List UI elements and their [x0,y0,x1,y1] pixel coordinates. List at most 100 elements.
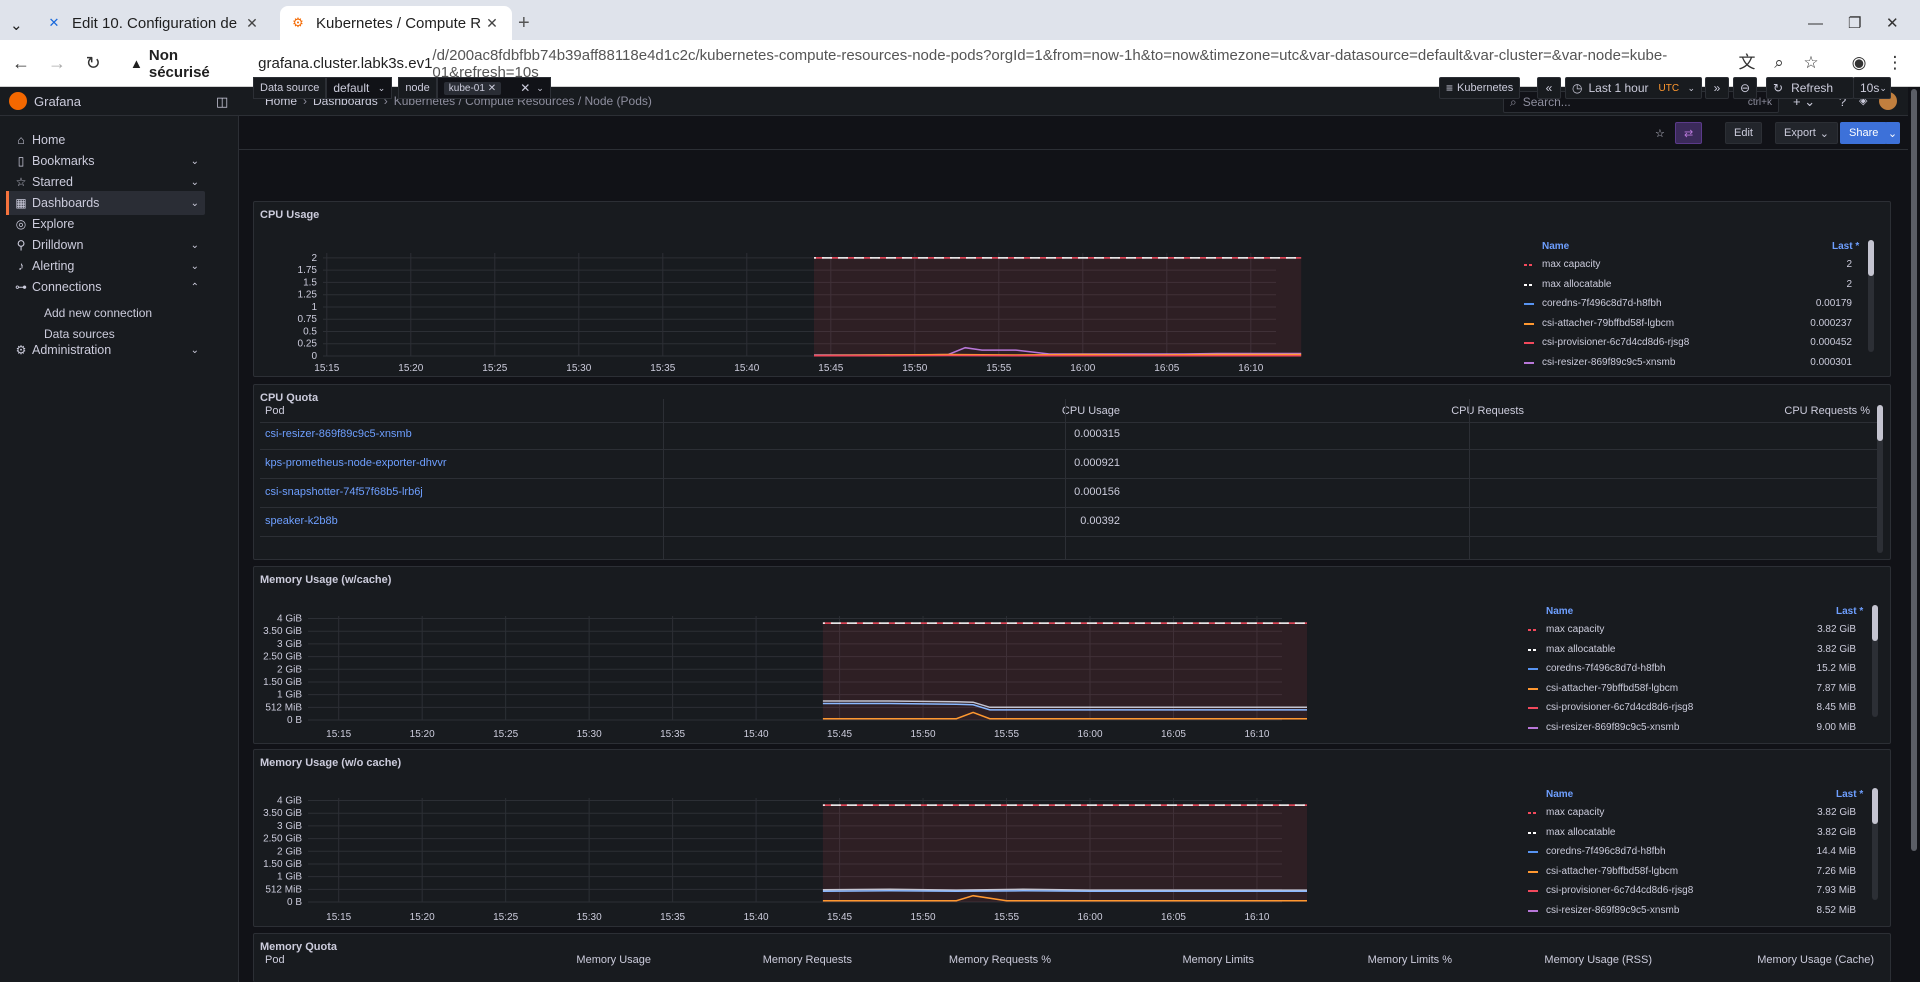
chevron-down-icon[interactable]: ⌄ [191,177,199,188]
sidebar-item-connections[interactable]: ⊶ Connections ⌃ [6,275,205,299]
close-tab-icon[interactable]: ✕ [482,15,502,32]
legend-item[interactable]: csi-attacher-79bffbd58f-lgbcm 0.000237 [1518,315,1858,333]
legend-item[interactable]: max allocatable 3.82 GiB [1522,641,1862,659]
column-header[interactable]: Memory Usage [576,954,651,966]
legend-scrollbar[interactable] [1872,788,1878,900]
memory-usage-no-cache-chart[interactable]: 0 B 512 MiB1 GiB 1.50 GiB 2 GiB2.50 GiB 3 Gi… [254,750,1514,928]
legend-header-name[interactable]: Name [1546,606,1573,617]
legend-item[interactable]: max capacity 3.82 GiB [1522,804,1862,822]
reload-icon[interactable]: ↻ [80,50,106,76]
node-chip[interactable]: kube-01 ✕ [443,81,502,95]
legend-item[interactable]: max allocatable 2 [1518,276,1858,294]
column-header[interactable]: Memory Usage (Cache) [1757,954,1874,966]
edit-button[interactable]: Edit [1725,122,1762,144]
column-header[interactable]: Memory Limits % [1368,954,1452,966]
legend-item[interactable]: coredns-7f496c8d7d-h8fbh 14.4 MiB [1522,843,1862,861]
chevron-up-icon[interactable]: ⌃ [191,282,199,293]
tab-search-dropdown-icon[interactable]: ⌄ [10,8,34,42]
legend-header-last[interactable]: Last * [1832,241,1859,252]
column-header-cpu-usage[interactable]: CPU Usage [1062,405,1120,417]
back-arrow-icon[interactable]: ← [8,50,34,76]
legend-header-name[interactable]: Name [1542,241,1569,252]
column-header[interactable]: Memory Limits [1182,954,1254,966]
datasource-select[interactable]: default ⌄ [326,77,393,99]
address-bar[interactable]: ▲ Non sécurisé grafana.cluster.labk3s.ev… [120,46,1760,81]
clear-icon[interactable]: ✕ [520,81,530,95]
chevron-down-icon[interactable]: ⌄ [191,261,199,272]
share-button[interactable]: Share [1840,122,1888,144]
legend-item[interactable]: max capacity 3.82 GiB [1522,621,1862,639]
sidebar-item-administration[interactable]: ⚙ Administration ⌄ [6,338,205,362]
chevron-down-icon[interactable]: ⌄ [191,240,199,251]
export-button[interactable]: Export ⌄ [1775,122,1839,144]
scrollbar-thumb[interactable] [1872,605,1878,641]
column-header[interactable]: Memory Usage (RSS) [1544,954,1652,966]
scrollbar-thumb[interactable] [1868,240,1874,276]
sidebar-subitem-add-new-connection[interactable]: Add new connection [44,306,152,320]
chevron-down-icon[interactable]: ⌄ [536,83,544,94]
legend-scrollbar[interactable] [1872,605,1878,717]
column-header-cpu-requests-pct[interactable]: CPU Requests % [1784,405,1870,417]
browser-tab-grafana[interactable]: ⚙ Kubernetes / Compute R ✕ [280,6,512,40]
chevron-down-icon[interactable]: ⌄ [191,156,199,167]
time-forward-icon[interactable]: » [1705,77,1729,99]
node-select[interactable]: kube-01 ✕ ✕ ⌄ [436,77,551,99]
legend-item[interactable]: coredns-7f496c8d7d-h8fbh 0.00179 [1518,295,1858,313]
refresh-button[interactable]: ↻ Refresh [1766,77,1854,99]
legend-header-name[interactable]: Name [1546,789,1573,800]
legend-item[interactable]: csi-provisioner-6c7d4cd8d6-rjsg8 8.45 MiB [1522,699,1862,717]
security-label[interactable]: Non sécurisé [149,47,242,81]
legend-item[interactable]: max allocatable 3.82 GiB [1522,824,1862,842]
legend-item[interactable]: csi-attacher-79bffbd58f-lgbcm 7.26 MiB [1522,863,1862,881]
column-header-pod[interactable]: Pod [265,405,285,417]
browser-menu-icon[interactable]: ⋮ [1884,52,1906,74]
close-tab-icon[interactable]: ✕ [242,15,262,32]
table-cell-pod-link[interactable]: csi-resizer-869f89c9c5-xnsmb [265,428,412,440]
grafana-logo-icon[interactable] [9,92,27,110]
chevron-down-icon[interactable]: ⌄ [191,345,199,356]
scrollbar-thumb[interactable] [1877,405,1883,441]
forward-arrow-icon[interactable]: → [44,50,70,76]
browser-tab-confluence[interactable]: ✕ Edit 10. Configuration de ✕ [36,6,272,40]
memory-usage-cache-chart[interactable]: 0 B 512 MiB1 GiB 1.50 GiB 2 GiB2.50 GiB 3 Gi… [254,567,1514,745]
table-cell-pod-link[interactable]: kps-prometheus-node-exporter-dhvvr [265,457,447,469]
bookmark-star-icon[interactable]: ☆ [1800,52,1822,74]
panel-cpu-usage[interactable]: CPU Usage 0 0.25 0.5 0.75 1 1.25 1.5 1.75 2 15:15… [253,201,1891,377]
chevron-down-icon[interactable]: ⌄ [191,198,199,209]
minimize-window-icon[interactable]: — [1808,6,1832,40]
public-dashboard-icon[interactable]: ⇄ [1675,122,1703,144]
close-window-icon[interactable]: ✕ [1886,6,1910,40]
column-header-cpu-requests[interactable]: CPU Requests [1451,405,1524,417]
refresh-interval-select[interactable]: 10s ⌄ [1853,77,1891,99]
time-back-icon[interactable]: « [1537,77,1561,99]
share-dropdown-icon[interactable]: ⌄ [1885,122,1900,144]
legend-item[interactable]: csi-provisioner-6c7d4cd8d6-rjsg8 7.93 MiB [1522,882,1862,900]
time-range-picker[interactable]: ◷ Last 1 hour UTC ⌄ [1565,77,1702,99]
dock-menu-icon[interactable]: ◫ [216,94,228,110]
legend-header-last[interactable]: Last * [1836,606,1863,617]
legend-item[interactable]: csi-resizer-869f89c9c5-xnsmb 8.52 MiB [1522,902,1862,913]
column-header[interactable]: Pod [265,954,285,966]
legend-item[interactable]: csi-resizer-869f89c9c5-xnsmb 9.00 MiB [1522,719,1862,730]
star-dashboard-icon[interactable]: ☆ [1647,122,1673,144]
table-cell-pod-link[interactable]: speaker-k2b8b [265,515,338,527]
restore-window-icon[interactable]: ❐ [1848,6,1872,40]
panel-cpu-quota[interactable]: CPU Quota Pod CPU Usage CPU Requests CPU… [253,384,1891,560]
column-header[interactable]: Memory Requests % [949,954,1051,966]
column-header[interactable]: Memory Requests [763,954,852,966]
page-scrollbar-thumb[interactable] [1911,89,1917,851]
cpu-usage-chart[interactable]: 00.25 0.50.7511.25 1.51.752 15:15 15:20 15:25… [254,202,1514,378]
translate-icon[interactable]: 文 [1736,52,1758,74]
profile-icon[interactable]: ◉ [1848,52,1870,74]
table-scrollbar[interactable] [1877,405,1883,553]
warning-icon[interactable]: ▲ [130,56,143,71]
legend-item[interactable]: coredns-7f496c8d7d-h8fbh 15.2 MiB [1522,660,1862,678]
legend-item[interactable]: max capacity 2 [1518,256,1858,274]
legend-item[interactable]: csi-attacher-79bffbd58f-lgbcm 7.87 MiB [1522,680,1862,698]
table-cell-pod-link[interactable]: csi-snapshotter-74f57f68b5-lrb6j [265,486,423,498]
panel-memory-usage-cache[interactable]: Memory Usage (w/cache) 0 B 512 MiB 1 GiB 1.… [253,566,1891,744]
new-tab-button[interactable]: + [518,6,542,40]
legend-header-last[interactable]: Last * [1836,789,1863,800]
page-scrollbar[interactable] [1908,87,1920,982]
legend-item[interactable]: csi-provisioner-6c7d4cd8d6-rjsg8 0.000452 [1518,334,1858,352]
